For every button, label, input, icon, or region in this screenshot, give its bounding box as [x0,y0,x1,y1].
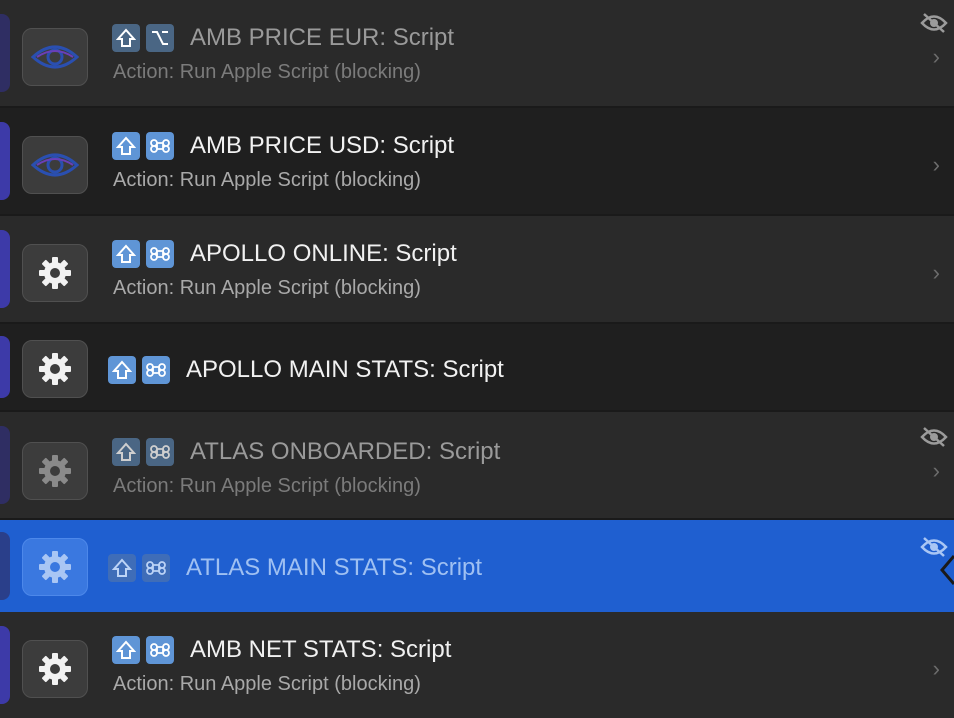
group-accent [0,14,10,92]
command-key-icon [142,554,170,582]
list-item[interactable]: APOLLO MAIN STATS: Script [0,324,954,412]
macro-title: AMB PRICE USD: Script [190,132,455,159]
chevron-right-icon[interactable]: › [933,458,940,484]
shift-key-icon [112,24,140,52]
group-accent [0,230,10,308]
gear-icon [22,538,88,596]
macro-title: AMB NET STATS: Script [190,636,452,663]
shift-key-icon [112,240,140,268]
group-accent [0,336,10,398]
eye-slash-icon[interactable] [920,426,948,453]
gear-icon [22,340,88,398]
macro-title: ATLAS ONBOARDED: Script [190,438,501,465]
list-item[interactable]: AMB NET STATS: Script Action: Run Apple … [0,612,954,718]
macro-list: AMB PRICE EUR: Script Action: Run Apple … [0,0,954,718]
macro-action: Action: Run Apple Script (blocking) [113,169,421,191]
chevron-right-icon[interactable]: › [933,260,940,286]
gear-icon [22,244,88,302]
macro-title: APOLLO ONLINE: Script [190,240,457,267]
eye-icon [22,136,88,194]
gear-icon [22,442,88,500]
eye-slash-icon[interactable] [920,12,948,39]
command-key-icon [146,240,174,268]
macro-action: Action: Run Apple Script (blocking) [113,61,421,83]
shift-key-icon [112,438,140,466]
macro-title: AMB PRICE EUR: Script [190,24,455,51]
command-key-icon [142,356,170,384]
collapse-arrow-icon[interactable] [940,554,954,591]
shift-key-icon [112,636,140,664]
shift-key-icon [108,356,136,384]
shift-key-icon [108,554,136,582]
group-accent [0,626,10,704]
macro-action: Action: Run Apple Script (blocking) [113,673,421,695]
macro-action: Action: Run Apple Script (blocking) [113,277,421,299]
list-item[interactable]: AMB PRICE EUR: Script Action: Run Apple … [0,0,954,108]
list-item[interactable]: ATLAS ONBOARDED: Script Action: Run Appl… [0,412,954,520]
option-key-icon [146,24,174,52]
command-key-icon [146,636,174,664]
list-item[interactable]: AMB PRICE USD: Script Action: Run Apple … [0,108,954,216]
gear-icon [22,640,88,698]
list-item[interactable]: APOLLO ONLINE: Script Action: Run Apple … [0,216,954,324]
group-accent [0,532,10,600]
shift-key-icon [112,132,140,160]
macro-action: Action: Run Apple Script (blocking) [113,475,421,497]
chevron-right-icon[interactable]: › [933,656,940,682]
chevron-right-icon[interactable]: › [933,44,940,70]
command-key-icon [146,132,174,160]
group-accent [0,122,10,200]
chevron-right-icon[interactable]: › [933,152,940,178]
macro-title: APOLLO MAIN STATS: Script [186,356,504,383]
group-accent [0,426,10,504]
list-item-selected[interactable]: ATLAS MAIN STATS: Script [0,520,954,612]
macro-title: ATLAS MAIN STATS: Script [186,554,483,581]
eye-icon [22,28,88,86]
command-key-icon [146,438,174,466]
